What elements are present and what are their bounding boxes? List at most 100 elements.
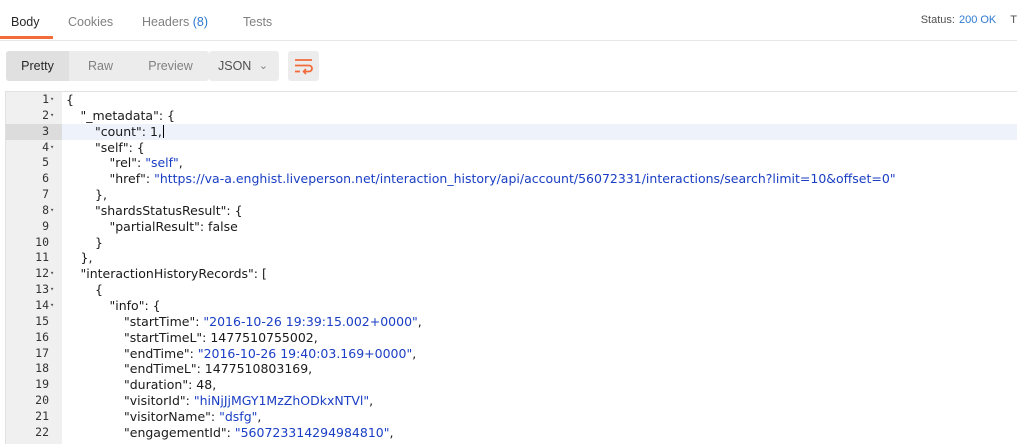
code-line: 2 ▾ "_metadata": { — [6, 108, 1017, 124]
code-line: 20 "visitorId": "hiNjJjMGY1MzZhODkxNTVl", — [6, 393, 1017, 409]
key-token: "endTimeL" — [124, 361, 197, 377]
line-number-cell: 22 — [6, 425, 62, 441]
punctuation-token: , — [257, 408, 262, 424]
fold-toggle-icon[interactable]: ▾ — [50, 92, 54, 108]
code-line: 16 "startTimeL": 1477510755002, — [6, 330, 1017, 346]
key-token: "count" — [95, 123, 142, 139]
line-number-cell: 7 — [6, 187, 62, 203]
line-number: 22 — [35, 424, 49, 439]
string-token: "self" — [145, 155, 179, 171]
punctuation-token: : — [226, 424, 235, 440]
punctuation-token: : — [189, 345, 198, 361]
tab-headers-label: Headers — [142, 15, 190, 29]
code-text: "duration": 48, — [124, 377, 216, 393]
punctuation-token: } — [95, 234, 103, 250]
code-text: { — [66, 92, 74, 108]
code-text: }, — [95, 187, 107, 203]
line-number-cell: 19 — [6, 377, 62, 393]
chevron-down-icon: ⌄ — [258, 60, 268, 72]
code-text: }, — [81, 250, 93, 266]
text-cursor — [162, 124, 164, 138]
code-text: "_metadata": { — [81, 108, 175, 124]
key-token: "engagementId" — [124, 424, 227, 440]
key-token: "startTime" — [124, 313, 196, 329]
response-body-editor[interactable]: 1 ▾{2 ▾ "_metadata": {3 "count": 1, 4 ▾ "self":… — [5, 91, 1017, 444]
code-text: "info": { — [110, 298, 161, 314]
key-token: "href" — [109, 171, 146, 187]
string-token: "hiNjJjMGY1MzZhODkxNTVl" — [193, 393, 370, 409]
tab-headers[interactable]: Headers (8) — [142, 0, 208, 41]
code-text: "startTime": "2016-10-26 19:39:15.002+00… — [124, 314, 422, 330]
key-token: "endTime" — [124, 345, 190, 361]
pretty-button[interactable]: Pretty — [6, 51, 69, 81]
punctuation-token: : [ — [253, 266, 267, 282]
line-number-cell: 15 — [6, 314, 62, 330]
line-number-cell: 2 ▾ — [6, 108, 62, 124]
punctuation-token: , — [369, 393, 374, 409]
key-token: "duration" — [124, 377, 189, 393]
fold-toggle-icon[interactable]: ▾ — [50, 282, 54, 298]
fold-toggle-icon[interactable]: ▾ — [50, 140, 54, 156]
line-number-cell: 16 — [6, 330, 62, 346]
line-number: 9 — [42, 218, 49, 233]
line-number-cell: 1 ▾ — [6, 92, 62, 108]
key-token: "visitorId" — [124, 393, 186, 409]
code-line: 11}, — [6, 250, 1017, 266]
fold-toggle-icon[interactable]: ▾ — [50, 108, 54, 124]
key-token: "shardsStatusResult" — [95, 202, 227, 218]
line-number-cell: 9 — [6, 219, 62, 235]
punctuation-token: : 1477510803169, — [196, 361, 313, 377]
tab-tests[interactable]: Tests — [243, 0, 272, 41]
tab-body-label: Body — [11, 15, 40, 29]
key-token: "startTimeL" — [124, 329, 203, 345]
tab-tests-label: Tests — [243, 15, 273, 29]
fold-toggle-icon[interactable]: ▾ — [50, 266, 54, 282]
code-text: "endTime": "2016-10-26 19:40:03.169+0000… — [124, 346, 416, 362]
line-number-cell: 3 — [6, 123, 62, 140]
line-number: 3 — [42, 123, 49, 138]
line-number: 14 — [35, 297, 49, 312]
code-line: 15 "startTime": "2016-10-26 19:39:15.002+… — [6, 314, 1017, 330]
wrap-lines-button[interactable] — [288, 51, 319, 81]
raw-button[interactable]: Raw — [69, 51, 132, 81]
fold-toggle-icon[interactable]: ▾ — [50, 203, 54, 219]
punctuation-token: : { — [128, 139, 145, 155]
code-text: "count": 1, — [95, 124, 164, 140]
format-select[interactable]: JSON ⌄ — [209, 51, 279, 81]
code-text: "visitorName": "dsfg", — [124, 409, 261, 425]
punctuation-token: : — [145, 171, 155, 187]
code-text: "partialResult": false — [110, 219, 238, 235]
code-line: 19 "duration": 48, — [6, 377, 1017, 393]
status-value: 200 OK — [958, 14, 997, 26]
code-line: 22 "engagementId": "560723314294984810", — [6, 425, 1017, 441]
punctuation-token: : 1, — [141, 123, 162, 139]
line-number: 20 — [35, 393, 49, 408]
view-mode-switcher: Pretty Raw Preview — [6, 51, 209, 81]
tab-body[interactable]: Body — [11, 0, 40, 41]
line-number: 18 — [35, 361, 49, 376]
fold-toggle-icon[interactable]: ▾ — [50, 298, 54, 314]
punctuation-token: : — [210, 408, 220, 424]
code-line: 5 "rel": "self", — [6, 155, 1017, 171]
line-number: 10 — [35, 234, 49, 249]
code-line: 10} — [6, 235, 1017, 251]
line-number-cell: 13 ▾ — [6, 282, 62, 298]
punctuation-token: : 48, — [188, 377, 217, 393]
punctuation-token: { — [95, 282, 103, 298]
code-line: 18 "endTimeL": 1477510803169, — [6, 361, 1017, 377]
punctuation-token: : { — [144, 297, 161, 313]
punctuation-token: { — [66, 92, 74, 107]
line-number: 1 — [42, 92, 49, 106]
code-line: 6 "href": "https://va-a.enghist.liveperso… — [6, 171, 1017, 187]
punctuation-token: : 1477510755002, — [202, 329, 318, 345]
code-line: 4 ▾ "self": { — [6, 140, 1017, 156]
preview-button[interactable]: Preview — [132, 51, 209, 81]
punctuation-token: , — [417, 313, 422, 329]
line-number-cell: 4 ▾ — [6, 140, 62, 156]
code-line: 14 ▾ "info": { — [6, 298, 1017, 314]
line-number-cell: 8 ▾ — [6, 203, 62, 219]
tab-cookies[interactable]: Cookies — [68, 0, 113, 41]
status-label: Status: — [920, 14, 955, 26]
line-number-cell: 11 — [6, 250, 62, 266]
line-number-cell: 17 — [6, 346, 62, 362]
